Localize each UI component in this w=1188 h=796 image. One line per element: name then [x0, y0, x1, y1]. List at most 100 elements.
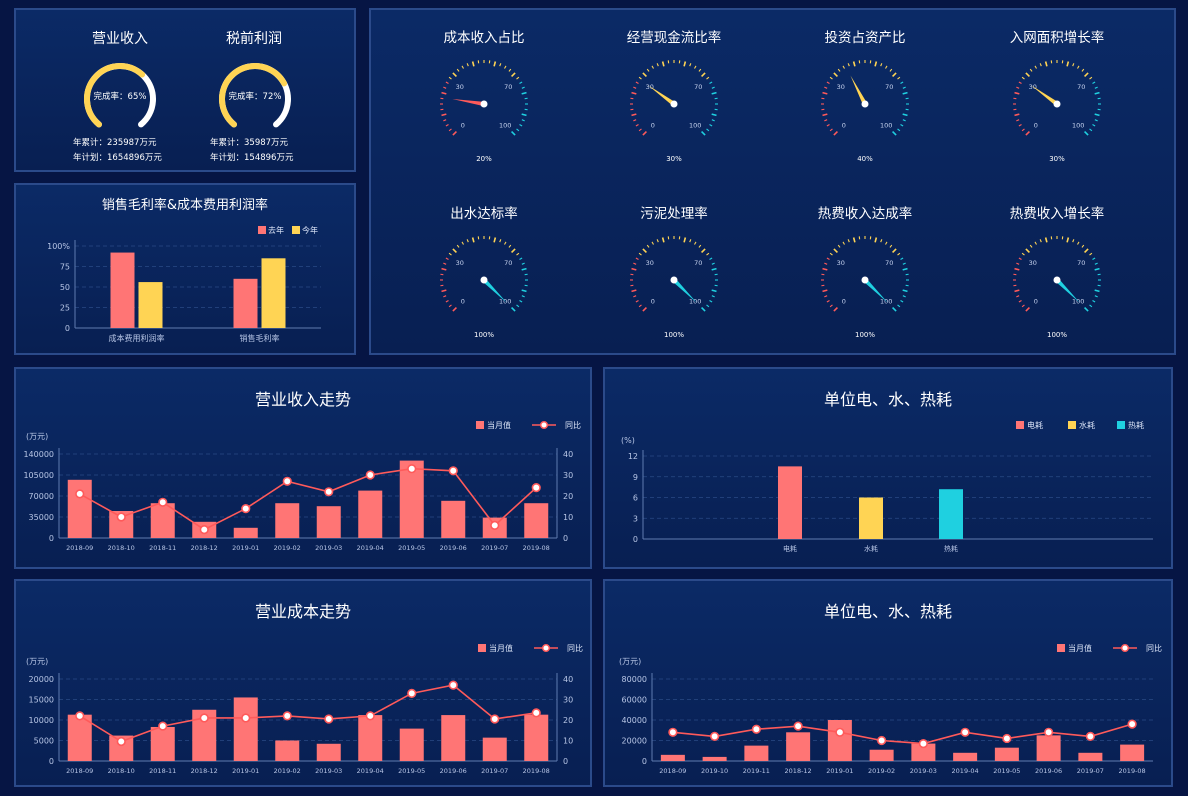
gauge-tick [1081, 244, 1085, 248]
line-point [407, 464, 417, 474]
x-tick-label: 2018-10 [108, 544, 135, 552]
gauge-title: 投资占资产比 [825, 30, 906, 46]
gauge-tick [519, 81, 523, 84]
x-tick-label: 2019-11 [743, 767, 770, 775]
gauge-tick [1084, 131, 1089, 136]
gauge-tick [661, 237, 665, 243]
gauge-tick [516, 252, 520, 256]
bar [316, 506, 341, 538]
gauge-tick [1089, 76, 1093, 80]
gauge-tick [499, 239, 502, 243]
gauge-tick [709, 300, 713, 303]
gauge-tick [902, 113, 908, 117]
gauge-tick [897, 76, 901, 80]
gauge-tick [892, 307, 897, 312]
line-point [1002, 733, 1012, 744]
line-point [365, 470, 375, 480]
gauge-scale-label: 0 [651, 298, 655, 306]
gauge-tick [900, 124, 904, 127]
gauge-tick [516, 76, 520, 80]
x-tick-label: 2019-07 [481, 544, 508, 552]
gauge-scale-label: 30 [456, 83, 464, 91]
gauge-tick [1089, 252, 1093, 256]
gauge-tick [902, 267, 908, 271]
gauge-tick [504, 65, 507, 69]
gauge-tick [698, 244, 702, 248]
kpi-title-revenue: 营业收入 [92, 31, 148, 47]
bar [441, 500, 466, 538]
x-tick-label: 2018-12 [191, 544, 218, 552]
x-tick-label: 2019-05 [993, 767, 1020, 775]
gauge-value-label: 100% [1047, 331, 1067, 339]
gauge-tick [1039, 63, 1042, 67]
line-point [199, 713, 209, 723]
gauge-tick [521, 262, 525, 265]
gauge-tick [448, 252, 452, 256]
y-axis-unit: (万元) [619, 657, 641, 666]
y-axis-unit: (万元) [26, 657, 48, 666]
legend-swatch [1057, 644, 1065, 652]
gauge-scale-label: 30 [837, 259, 845, 267]
gauge-tick [521, 86, 525, 89]
bar [869, 749, 894, 761]
y-tick-label: 20000 [622, 737, 647, 746]
line-point [835, 727, 845, 737]
gauge-tick [824, 86, 828, 89]
y-tick-label: 0 [65, 324, 70, 333]
gauge-scale-label: 0 [1034, 298, 1038, 306]
x-tick-label: 2019-06 [1035, 767, 1062, 775]
bar [524, 714, 549, 761]
gauge-tick [706, 304, 710, 308]
gauge-tick [1094, 295, 1098, 298]
bar [233, 278, 258, 328]
line-point [918, 738, 928, 749]
gauge-tick [874, 61, 878, 67]
gauge-value-label: 100% [664, 331, 684, 339]
line-point [407, 688, 417, 698]
x-tick-label: 2019-04 [357, 767, 384, 775]
gauge-tick [711, 86, 715, 89]
gauge-hub [670, 100, 678, 108]
gauge-tick [1021, 252, 1025, 256]
gauge-tick [897, 252, 901, 256]
gauge-tick [829, 76, 833, 80]
bar [786, 732, 811, 761]
gauge-tick [902, 119, 906, 122]
gauge-tick [1066, 237, 1070, 243]
gauge-tick [635, 81, 639, 84]
gauge-scale-label: 100 [1072, 122, 1084, 130]
legend-swatch [258, 226, 266, 234]
y-tick-label: 35000 [29, 513, 54, 522]
gauge-tick [829, 128, 833, 132]
line-point [324, 487, 334, 497]
x-tick-label: 2019-10 [701, 767, 728, 775]
gauge-tick [642, 248, 647, 253]
gauge-tick [826, 124, 830, 127]
y-tick-label: 5000 [34, 737, 54, 746]
gauge-scale-label: 30 [1029, 259, 1037, 267]
gauge-tick [456, 68, 460, 72]
gauge-tick [847, 239, 850, 243]
gauge-tick [1089, 128, 1093, 132]
legend-swatch [478, 644, 486, 652]
gauge-tick [822, 289, 828, 293]
y2-tick-label: 40 [563, 450, 573, 459]
gauge-title: 热费收入达成率 [818, 205, 913, 222]
gauge-tick [842, 65, 845, 69]
gauge-tick [631, 267, 637, 271]
gauge-tick [826, 300, 830, 303]
x-tick-label: 电耗 [783, 544, 797, 553]
gauge-tick [461, 241, 464, 245]
y2-tick-label: 0 [563, 534, 568, 543]
gauge-tick [683, 237, 687, 243]
gauge-tick [1089, 304, 1093, 308]
gauge-scale-label: 70 [885, 83, 893, 91]
gauge-tick [902, 289, 908, 293]
gauge-tick [1018, 81, 1022, 84]
gauge-tick [1044, 237, 1048, 243]
gauge-tick [706, 76, 710, 80]
gauge-tick [1016, 295, 1020, 298]
gauge-tick [889, 244, 893, 248]
gauge-tick [1014, 289, 1020, 293]
bar [482, 737, 507, 761]
